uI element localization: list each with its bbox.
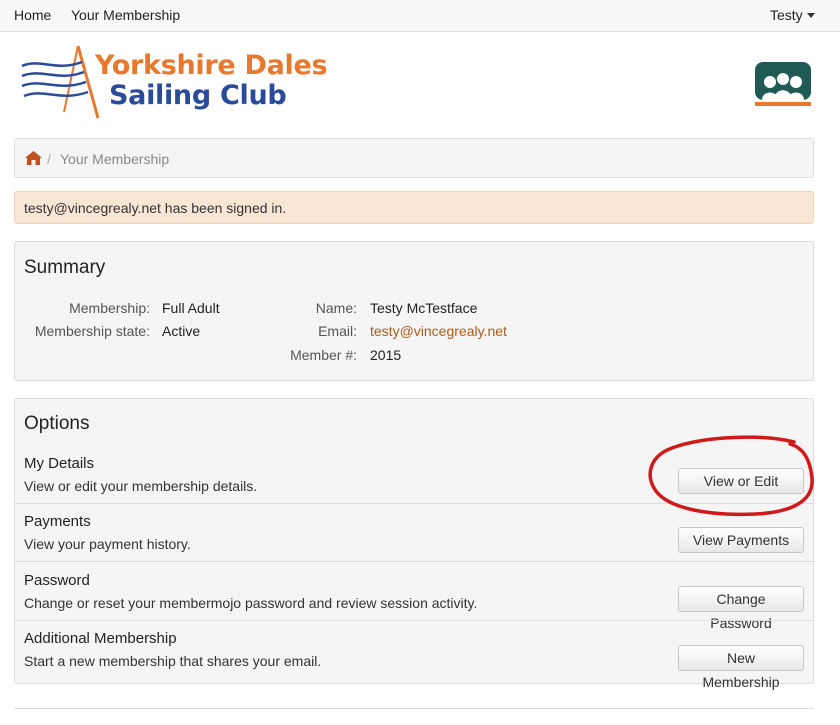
email-label: Email:: [318, 323, 357, 339]
alert-text: testy@vincegrealy.net has been signed in…: [24, 200, 287, 216]
membership-state-value: Active: [162, 323, 201, 339]
option-password-desc: Change or reset your membermojo password…: [24, 595, 478, 611]
membermojo-logo[interactable]: [754, 60, 812, 108]
logo-title-line1: Yorkshire Dales: [95, 50, 328, 81]
nav-home-link[interactable]: Home: [14, 7, 51, 23]
new-membership-button[interactable]: New Membership: [678, 645, 804, 690]
club-logo[interactable]: Yorkshire Dales Sailing Club: [20, 44, 360, 122]
options-panel: Options My Details View or edit your mem…: [14, 398, 814, 690]
option-divider: [15, 503, 813, 504]
options-title: Options: [24, 413, 90, 434]
breadcrumb-current: Your Membership: [60, 151, 170, 167]
home-icon[interactable]: [25, 151, 42, 168]
view-payments-button[interactable]: View Payments: [678, 527, 804, 553]
user-menu-label: Testy: [770, 7, 803, 23]
name-value: Testy McTestface: [370, 300, 478, 316]
caret-down-icon: [806, 13, 815, 18]
option-additional-membership-title: Additional Membership: [24, 630, 177, 647]
signed-in-alert: testy@vincegrealy.net has been signed in…: [14, 191, 814, 224]
option-password-title: Password: [24, 572, 90, 589]
option-divider: [15, 561, 813, 562]
top-navbar: Home Your Membership Testy: [0, 0, 840, 32]
membership-label: Membership:: [69, 300, 150, 316]
option-payments-title: Payments: [24, 513, 91, 530]
summary-panel: Summary Membership: Full Adult Membershi…: [14, 241, 814, 381]
view-or-edit-button[interactable]: View or Edit: [678, 468, 804, 494]
breadcrumb-separator: /: [47, 151, 51, 167]
membership-value: Full Adult: [162, 300, 220, 316]
logo-title-line2: Sailing Club: [109, 80, 287, 111]
option-my-details-title: My Details: [24, 455, 95, 472]
name-label: Name:: [315, 300, 357, 316]
email-link[interactable]: testy@vincegrealy.net: [370, 323, 507, 339]
member-number-value: 2015: [370, 347, 402, 363]
option-additional-membership-desc: Start a new membership that shares your …: [24, 653, 322, 669]
option-divider: [15, 620, 813, 621]
summary-title: Summary: [24, 257, 106, 278]
user-menu-dropdown[interactable]: Testy: [770, 7, 815, 23]
member-number-label: Member #:: [290, 347, 357, 363]
nav-your-membership-link[interactable]: Your Membership: [71, 7, 180, 23]
option-payments-desc: View your payment history.: [24, 536, 191, 552]
footer-divider: [14, 708, 814, 709]
breadcrumb: / Your Membership: [14, 138, 814, 178]
change-password-button[interactable]: Change Password: [678, 586, 804, 631]
option-my-details-desc: View or edit your membership details.: [24, 478, 258, 494]
membership-state-label: Membership state:: [34, 323, 150, 339]
